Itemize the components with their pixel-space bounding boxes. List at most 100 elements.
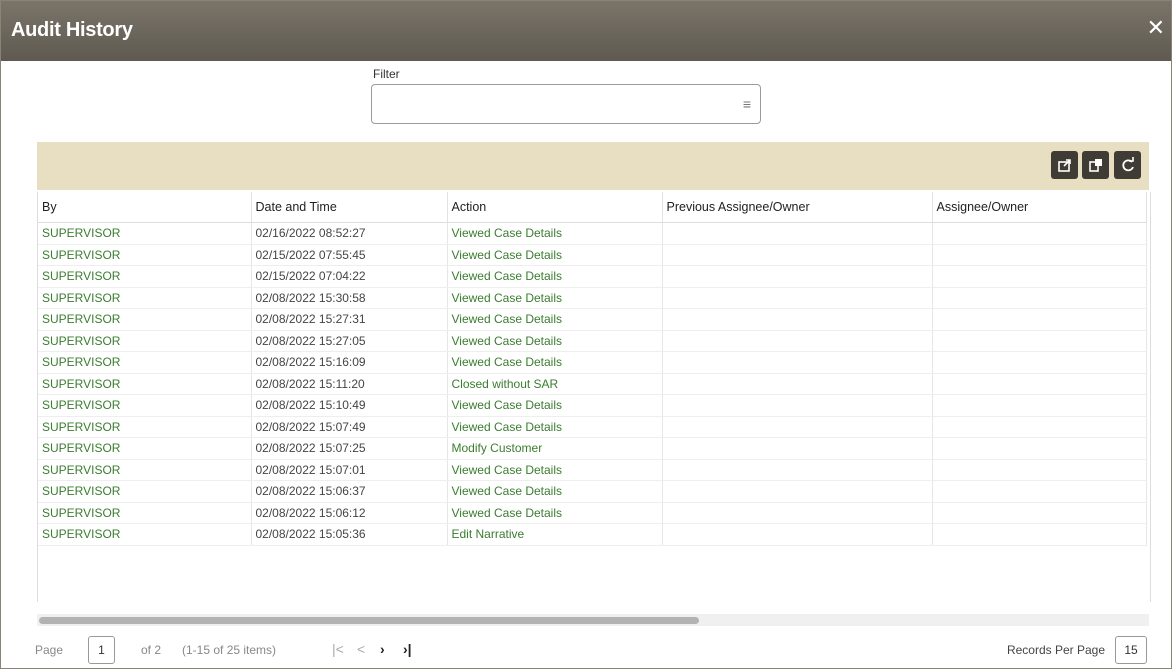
audit-table: By Date and Time Action Previous Assigne… [38, 192, 1147, 546]
cell-previous-assignee [662, 265, 933, 288]
cell-action[interactable]: Viewed Case Details [447, 244, 663, 266]
table-row[interactable]: SUPERVISOR 02/16/2022 08:52:27 Viewed Case… [38, 222, 1147, 245]
cell-assignee [932, 265, 1147, 288]
cell-action[interactable]: Modify Customer [447, 437, 663, 460]
table-row[interactable]: SUPERVISOR 02/08/2022 15:07:01 Viewed Case… [38, 459, 1147, 481]
cell-previous-assignee [662, 373, 933, 395]
last-page-icon[interactable]: ›| [403, 641, 412, 657]
refresh-icon[interactable] [1114, 151, 1141, 179]
cell-action[interactable]: Viewed Case Details [447, 480, 663, 503]
cell-by[interactable]: SUPERVISOR [38, 437, 252, 460]
column-header-assignee[interactable]: Assignee/Owner [932, 192, 1147, 223]
records-per-page-input[interactable]: 15 [1115, 636, 1147, 664]
cell-by[interactable]: SUPERVISOR [38, 308, 252, 331]
cell-date-time: 02/08/2022 15:27:05 [251, 330, 448, 352]
cell-by[interactable]: SUPERVISOR [38, 287, 252, 309]
cell-action[interactable]: Viewed Case Details [447, 287, 663, 309]
cell-assignee [932, 502, 1147, 524]
cell-by[interactable]: SUPERVISOR [38, 265, 252, 288]
cell-previous-assignee [662, 437, 933, 460]
cell-by[interactable]: SUPERVISOR [38, 394, 252, 417]
cell-action[interactable]: Viewed Case Details [447, 308, 663, 331]
table-row[interactable]: SUPERVISOR 02/08/2022 15:10:49 Viewed Case… [38, 394, 1147, 417]
cell-date-time: 02/15/2022 07:55:45 [251, 244, 448, 266]
column-header-by[interactable]: By [38, 192, 252, 223]
first-page-icon[interactable]: |< [332, 641, 344, 657]
table-row[interactable]: SUPERVISOR 02/08/2022 15:27:05 Viewed Case… [38, 330, 1147, 352]
cell-previous-assignee [662, 459, 933, 481]
cell-action[interactable]: Edit Narrative [447, 523, 663, 546]
cell-assignee [932, 523, 1147, 546]
cell-date-time: 02/08/2022 15:10:49 [251, 394, 448, 417]
table-row[interactable]: SUPERVISOR 02/08/2022 15:05:36 Edit Narrat… [38, 523, 1147, 546]
cell-previous-assignee [662, 308, 933, 331]
table-row[interactable]: SUPERVISOR 02/08/2022 15:07:49 Viewed Case… [38, 416, 1147, 438]
table-row[interactable]: SUPERVISOR 02/08/2022 15:06:12 Viewed Case… [38, 502, 1147, 524]
cell-by[interactable]: SUPERVISOR [38, 523, 252, 546]
cell-by[interactable]: SUPERVISOR [38, 222, 252, 245]
cell-assignee [932, 287, 1147, 309]
cell-by[interactable]: SUPERVISOR [38, 351, 252, 374]
cell-date-time: 02/08/2022 15:11:20 [251, 373, 448, 395]
cell-date-time: 02/15/2022 07:04:22 [251, 265, 448, 288]
cell-action[interactable]: Viewed Case Details [447, 459, 663, 481]
page-number-input[interactable]: 1 [88, 636, 115, 664]
table-row[interactable]: SUPERVISOR 02/08/2022 15:27:31 Viewed Case… [38, 308, 1147, 331]
cell-assignee [932, 244, 1147, 266]
cell-date-time: 02/08/2022 15:06:37 [251, 480, 448, 503]
cell-action[interactable]: Viewed Case Details [447, 330, 663, 352]
cell-action[interactable]: Viewed Case Details [447, 416, 663, 438]
cell-by[interactable]: SUPERVISOR [38, 416, 252, 438]
cell-by[interactable]: SUPERVISOR [38, 459, 252, 481]
table-row[interactable]: SUPERVISOR 02/08/2022 15:11:20 Closed with… [38, 373, 1147, 395]
table-row[interactable]: SUPERVISOR 02/08/2022 15:07:25 Modify Cust… [38, 437, 1147, 460]
column-header-previous-assignee[interactable]: Previous Assignee/Owner [662, 192, 933, 223]
filter-input[interactable]: ≡ [371, 84, 761, 124]
table-row[interactable]: SUPERVISOR 02/08/2022 15:06:37 Viewed Case… [38, 480, 1147, 503]
previous-page-icon[interactable]: < [357, 641, 365, 657]
cell-action[interactable]: Closed without SAR [447, 373, 663, 395]
cell-previous-assignee [662, 394, 933, 417]
filter-menu-icon[interactable]: ≡ [743, 96, 751, 112]
cell-date-time: 02/08/2022 15:30:58 [251, 287, 448, 309]
copy-icon[interactable] [1082, 151, 1109, 179]
cell-by[interactable]: SUPERVISOR [38, 502, 252, 524]
cell-action[interactable]: Viewed Case Details [447, 265, 663, 288]
cell-assignee [932, 308, 1147, 331]
scrollbar-thumb[interactable] [39, 617, 699, 624]
next-page-icon[interactable]: › [380, 641, 385, 657]
cell-by[interactable]: SUPERVISOR [38, 373, 252, 395]
cell-action[interactable]: Viewed Case Details [447, 502, 663, 524]
cell-previous-assignee [662, 222, 933, 245]
column-header-action[interactable]: Action [447, 192, 663, 223]
records-per-page-label: Records Per Page [1006, 643, 1105, 657]
cell-assignee [932, 437, 1147, 460]
table-row[interactable]: SUPERVISOR 02/15/2022 07:04:22 Viewed Case… [38, 265, 1147, 288]
table-row[interactable]: SUPERVISOR 02/15/2022 07:55:45 Viewed Case… [38, 244, 1147, 266]
cell-date-time: 02/08/2022 15:07:01 [251, 459, 448, 481]
cell-action[interactable]: Viewed Case Details [447, 351, 663, 374]
cell-action[interactable]: Viewed Case Details [447, 222, 663, 245]
cell-action[interactable]: Viewed Case Details [447, 394, 663, 417]
table-row[interactable]: SUPERVISOR 02/08/2022 15:16:09 Viewed Case… [38, 351, 1147, 374]
cell-assignee [932, 394, 1147, 417]
cell-date-time: 02/08/2022 15:05:36 [251, 523, 448, 546]
page-count: of 2 [141, 643, 162, 657]
close-icon[interactable]: ✕ [1147, 17, 1165, 39]
cell-assignee [932, 416, 1147, 438]
cell-previous-assignee [662, 330, 933, 352]
cell-by[interactable]: SUPERVISOR [38, 330, 252, 352]
cell-date-time: 02/08/2022 15:06:12 [251, 502, 448, 524]
horizontal-scrollbar[interactable] [37, 614, 1149, 626]
column-header-date-time[interactable]: Date and Time [251, 192, 448, 223]
dialog-title: Audit History [11, 19, 133, 41]
audit-grid: By Date and Time Action Previous Assigne… [37, 192, 1151, 602]
cell-by[interactable]: SUPERVISOR [38, 480, 252, 503]
cell-previous-assignee [662, 351, 933, 374]
table-row[interactable]: SUPERVISOR 02/08/2022 15:30:58 Viewed Case… [38, 287, 1147, 309]
cell-previous-assignee [662, 502, 933, 524]
export-icon[interactable] [1051, 151, 1078, 179]
cell-by[interactable]: SUPERVISOR [38, 244, 252, 266]
pagination-bar: Page 1 of 2 (1-15 of 25 items) |< < › ›|… [1, 629, 1171, 669]
items-range: (1-15 of 25 items) [182, 643, 277, 657]
